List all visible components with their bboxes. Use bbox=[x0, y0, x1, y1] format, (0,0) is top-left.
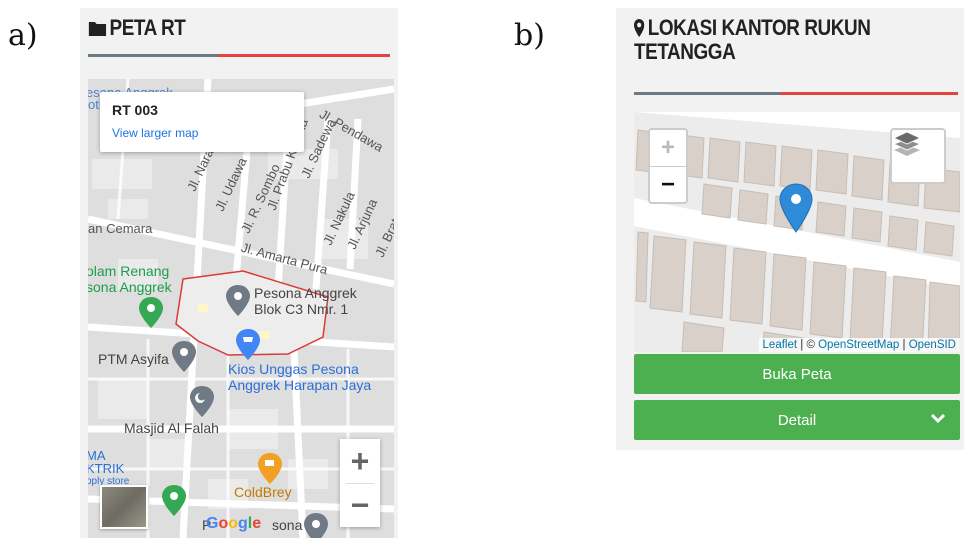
peta-rt-widget: PETA RT oth Jl. Pendawa Jl. Narayana Jl.… bbox=[80, 8, 398, 538]
leaflet-link[interactable]: Leaflet bbox=[763, 339, 798, 351]
poi-masjid-label: Masjid Al Falah bbox=[124, 420, 219, 436]
street-label: an Cemara bbox=[88, 221, 153, 236]
title-divider-a bbox=[88, 54, 390, 57]
zoom-in-button[interactable]: + bbox=[650, 130, 686, 167]
poi-pesona-label: Pesona Anggrek Blok C3 Nmr. 1 bbox=[254, 285, 357, 317]
openstreetmap-link[interactable]: OpenStreetMap bbox=[818, 339, 899, 351]
poi-kolam-label: olam Renang sona Anggrek bbox=[88, 263, 172, 295]
detail-button[interactable]: Detail bbox=[634, 400, 960, 440]
peta-rt-title: PETA RT bbox=[88, 15, 186, 40]
peta-rt-title-text: PETA RT bbox=[109, 15, 186, 40]
zoom-out-button[interactable]: − bbox=[340, 483, 380, 527]
map-attribution: Leaflet | © OpenStreetMap | OpenSID bbox=[758, 338, 960, 352]
map-info-title: RT 003 bbox=[112, 102, 158, 118]
zoom-divider bbox=[346, 483, 374, 484]
lokasi-kantor-widget: LOKASI KANTOR RUKUN TETANGGA + − Leaflet… bbox=[616, 8, 964, 450]
google-zoom-control: + − bbox=[340, 439, 380, 527]
view-larger-map-link[interactable]: View larger map bbox=[112, 126, 198, 140]
zoom-in-button[interactable]: + bbox=[340, 439, 380, 483]
map-info-card: RT 003 View larger map bbox=[100, 92, 304, 152]
google-map-embed[interactable]: esona Anggrek oth Jl. Pendawa Jl. Naraya… bbox=[88, 79, 394, 538]
poi-ma-label: MA KTRIK pply store bbox=[88, 448, 130, 487]
layers-button[interactable] bbox=[890, 128, 946, 184]
zoom-out-button[interactable]: − bbox=[650, 167, 686, 203]
google-logo: Google bbox=[206, 515, 262, 532]
opensid-link[interactable]: OpenSID bbox=[909, 339, 956, 351]
poi-bottom-label-2: sona bbox=[272, 517, 303, 533]
attribution-sep: | bbox=[899, 339, 909, 351]
attribution-sep: | © bbox=[797, 339, 819, 351]
map-marker-icon bbox=[634, 19, 645, 37]
lokasi-kantor-title: LOKASI KANTOR RUKUN TETANGGA bbox=[634, 16, 952, 64]
folder-icon bbox=[88, 22, 107, 36]
poi-kios-label: Kios Unggas Pesona Anggrek Harapan Jaya bbox=[228, 361, 372, 393]
open-map-label: Buka Peta bbox=[762, 365, 832, 383]
leaflet-map[interactable]: + − Leaflet | © OpenStreetMap | OpenSID bbox=[634, 112, 960, 352]
detail-label: Detail bbox=[777, 411, 817, 429]
panel-label-a: a) bbox=[8, 18, 38, 53]
lokasi-kantor-title-text: LOKASI KANTOR RUKUN TETANGGA bbox=[634, 15, 871, 64]
title-divider-b bbox=[634, 92, 958, 95]
open-map-button[interactable]: Buka Peta bbox=[634, 354, 960, 394]
satellite-toggle-thumbnail[interactable] bbox=[100, 485, 148, 529]
layers-icon bbox=[892, 131, 922, 156]
panel-label-b: b) bbox=[514, 18, 545, 53]
poi-coldbrey-label: ColdBrey bbox=[234, 484, 292, 500]
leaflet-zoom-control: + − bbox=[648, 128, 688, 204]
chevron-down-icon bbox=[930, 413, 946, 424]
poi-ptm-label: PTM Asyifa bbox=[98, 351, 169, 367]
